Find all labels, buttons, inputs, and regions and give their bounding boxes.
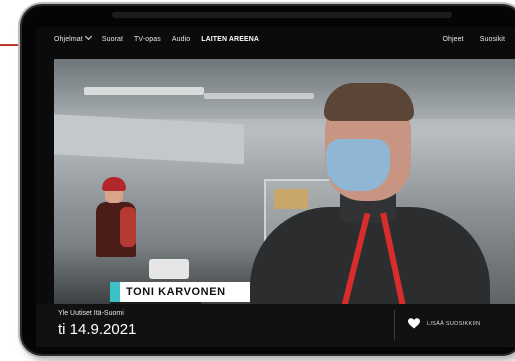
interviewee-hair	[324, 83, 414, 121]
nav-item-suosikit[interactable]: Suosikit	[480, 36, 505, 43]
worker-hat	[102, 177, 126, 191]
add-to-favorites-button[interactable]: LISÄÄ SUOSIKKIIN	[408, 318, 480, 329]
tablet-bezel	[112, 12, 452, 18]
lower-third: TONI KARVONEN projektityöntekijä, Servic…	[110, 282, 250, 304]
chevron-down-icon	[84, 32, 92, 40]
nav-item-suorat[interactable]: Suorat	[102, 36, 123, 43]
video-scene-bucket	[149, 259, 189, 279]
lower-third-name-box: TONI KARVONEN	[110, 282, 250, 302]
nav-item-audio[interactable]: Audio	[172, 36, 190, 43]
video-scene-hood	[54, 113, 244, 165]
program-title: Yle Uutiset Itä-Suomi	[58, 310, 124, 317]
divider	[394, 310, 395, 340]
video-player[interactable]: TONI KARVONEN projektityöntekijä, Servic…	[54, 59, 515, 304]
video-scene-light	[84, 87, 204, 95]
nav-right-group: Ohjeet Suosikit	[442, 36, 515, 43]
program-date: ti 14.9.2021	[58, 321, 137, 338]
worker-sleeve	[120, 207, 136, 247]
interviewee	[250, 67, 490, 304]
app-screen: Ohjelmat Suorat TV-opas Audio LAITEN ARE…	[36, 27, 515, 347]
face-mask	[326, 139, 390, 191]
lower-third-accent	[110, 282, 120, 302]
program-info-bar: Yle Uutiset Itä-Suomi ti 14.9.2021 LISÄÄ…	[36, 304, 515, 347]
nav-item-laiten-areena[interactable]: LAITEN AREENA	[201, 36, 259, 43]
lower-third-name: TONI KARVONEN	[126, 286, 226, 298]
nav-item-tv-opas[interactable]: TV-opas	[134, 36, 161, 43]
heart-icon	[408, 318, 420, 329]
video-scene-worker	[94, 177, 140, 257]
add-to-favorites-label: LISÄÄ SUOSIKKIIN	[427, 320, 481, 327]
top-navigation: Ohjelmat Suorat TV-opas Audio LAITEN ARE…	[36, 27, 515, 51]
nav-left-group: Ohjelmat Suorat TV-opas Audio LAITEN ARE…	[36, 32, 442, 43]
nav-item-ohjeet[interactable]: Ohjeet	[442, 36, 463, 43]
nav-item-ohjelmat[interactable]: Ohjelmat	[54, 32, 92, 43]
nav-item-label: Ohjelmat	[54, 35, 83, 43]
